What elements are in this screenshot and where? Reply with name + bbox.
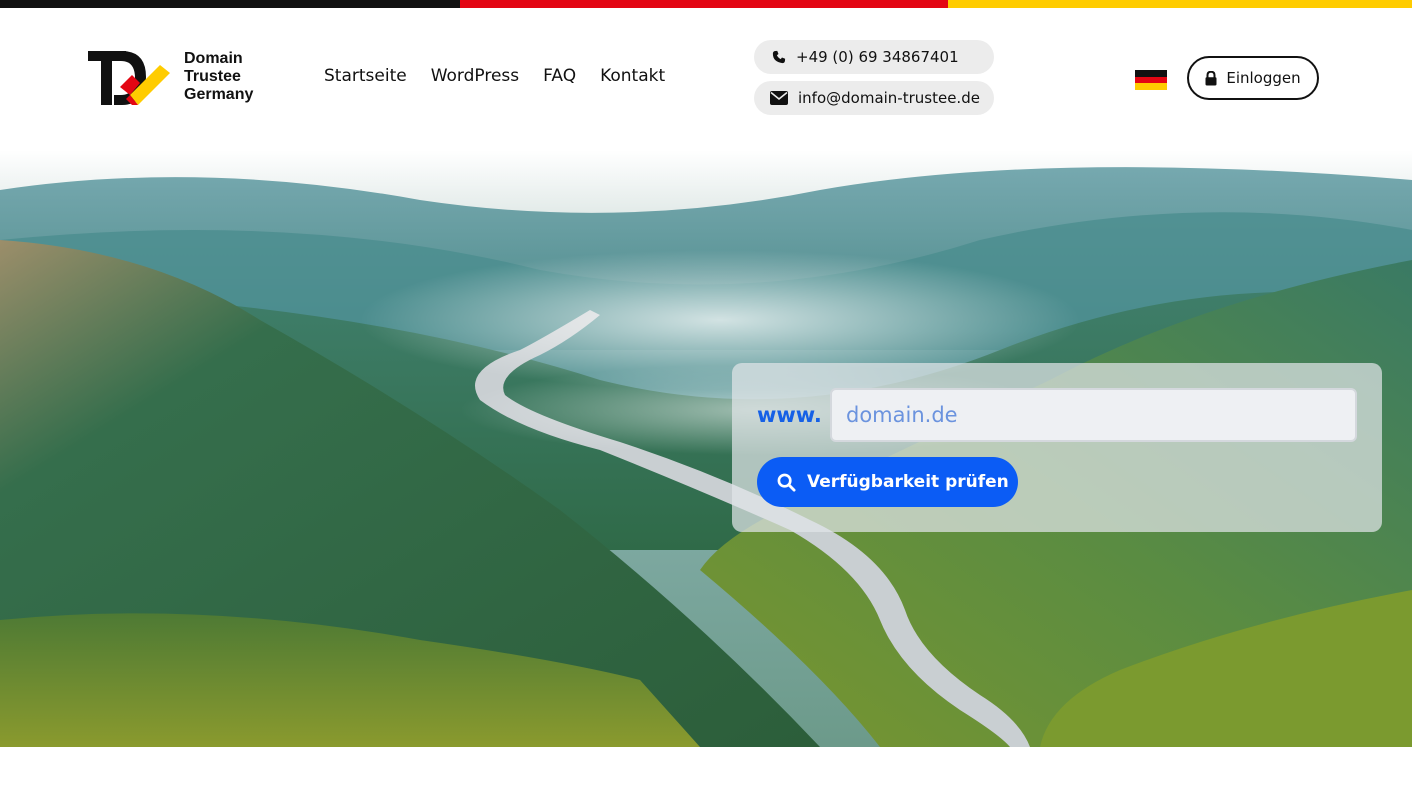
check-availability-button[interactable]: Verfügbarkeit prüfen (757, 457, 1018, 507)
www-prefix: www. (757, 403, 822, 427)
nav-item-wordpress[interactable]: WordPress (431, 66, 519, 86)
logo-mark-icon (88, 51, 170, 105)
logo-line-1: Domain (184, 50, 243, 67)
main-nav: Startseite WordPress FAQ Kontakt (324, 66, 689, 86)
envelope-icon (770, 90, 788, 106)
nav-item-startseite[interactable]: Startseite (324, 66, 407, 86)
email-address: info@domain-trustee.de (798, 89, 980, 107)
flag-stripe-red (460, 0, 948, 8)
login-label: Einloggen (1226, 69, 1301, 87)
flag-stripe (0, 0, 1412, 8)
flag-stripe-gold (948, 0, 1412, 8)
phone-icon (770, 49, 788, 65)
site-logo[interactable]: Domain Trustee Germany (88, 48, 268, 108)
nav-item-faq[interactable]: FAQ (543, 66, 576, 86)
logo-wordmark: Domain Trustee Germany (184, 50, 253, 104)
logo-line-3: Germany (184, 86, 254, 103)
domain-search-input[interactable] (830, 388, 1357, 442)
phone-pill[interactable]: +49 (0) 69 34867401 (754, 40, 994, 74)
german-flag-icon[interactable] (1135, 70, 1167, 91)
login-button[interactable]: Einloggen (1187, 56, 1319, 100)
check-availability-label: Verfügbarkeit prüfen (807, 472, 1009, 492)
phone-number: +49 (0) 69 34867401 (796, 48, 959, 66)
logo-line-2: Trustee (184, 68, 241, 85)
email-pill[interactable]: info@domain-trustee.de (754, 81, 994, 115)
lock-icon (1205, 70, 1217, 86)
domain-search-card: www. Verfügbarkeit prüfen (732, 363, 1382, 532)
flag-stripe-black (0, 0, 460, 8)
nav-item-kontakt[interactable]: Kontakt (600, 66, 665, 86)
search-icon (777, 473, 796, 492)
